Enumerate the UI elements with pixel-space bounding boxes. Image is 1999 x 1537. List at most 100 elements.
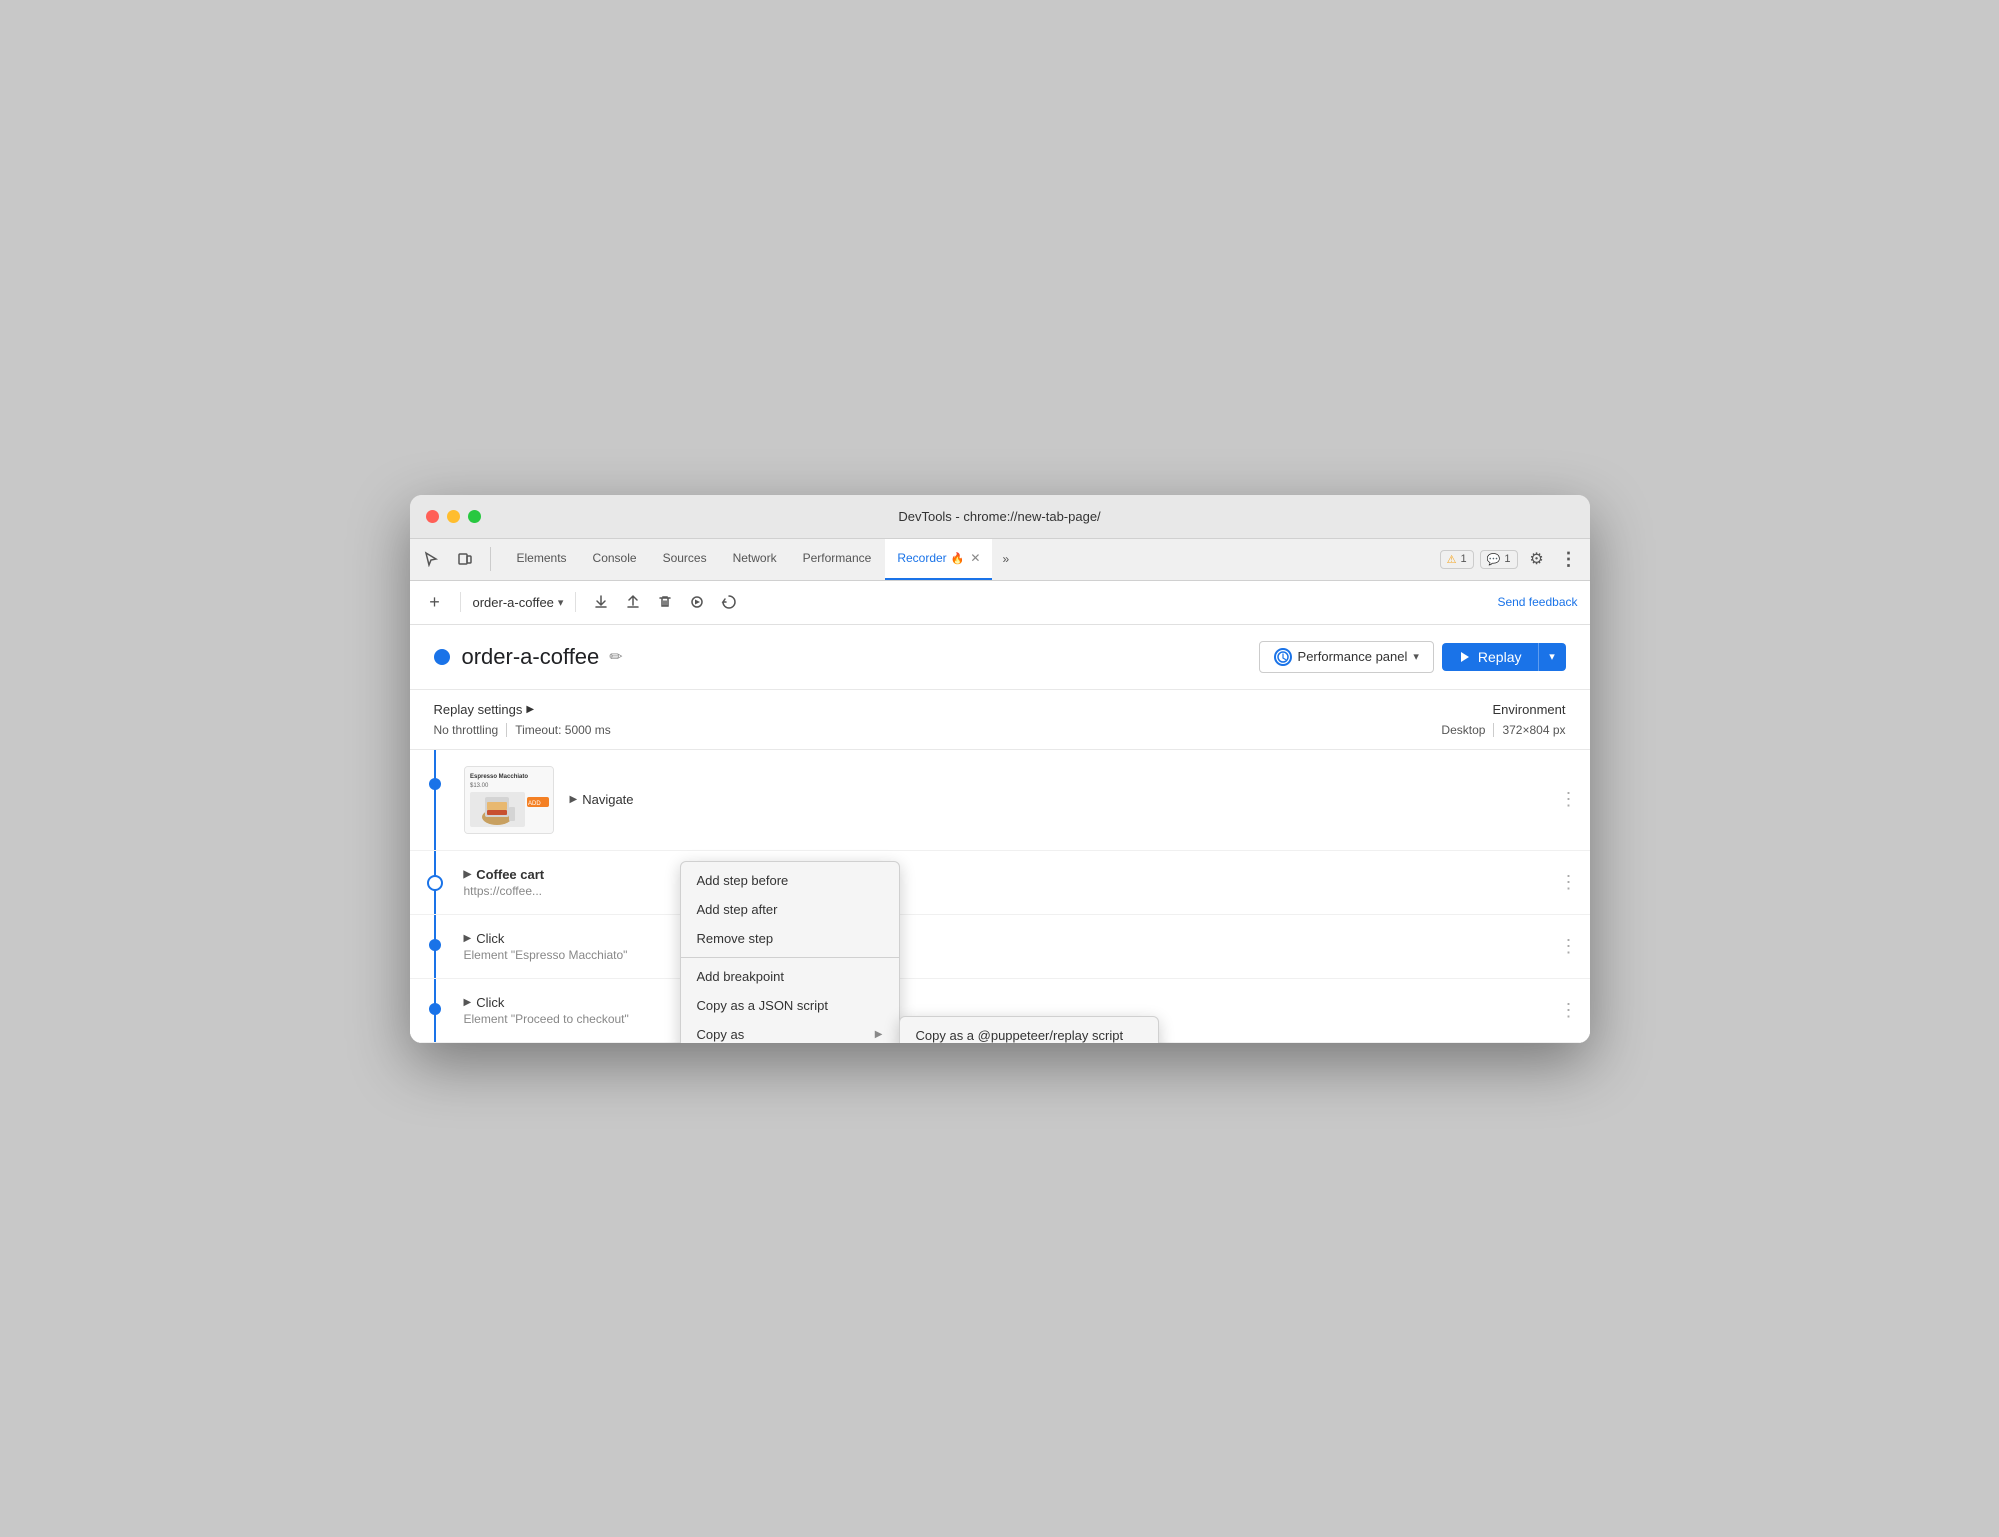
devtools-window: DevTools - chrome://new-tab-page/ — [410, 495, 1590, 1043]
context-menu-copy-json[interactable]: Copy as a JSON script — [681, 991, 899, 1020]
more-tabs-button[interactable]: » — [994, 552, 1017, 566]
env-divider — [1493, 723, 1494, 737]
cursor-icon[interactable] — [418, 546, 444, 572]
step-click-espresso-more: ⋮ — [1548, 915, 1590, 978]
send-feedback-link[interactable]: Send feedback — [1497, 595, 1577, 609]
step-click-checkout-title: ▶ Click — [464, 995, 1540, 1010]
close-button[interactable] — [426, 510, 439, 523]
step-click-checkout-more: ⋮ — [1548, 979, 1590, 1042]
step-coffee-cart-content[interactable]: ▶ Coffee cart https://coffee... — [460, 851, 1548, 914]
device-icon[interactable] — [452, 546, 478, 572]
step-click-checkout-timeline — [410, 979, 460, 1042]
toolbar-separator-1 — [460, 592, 461, 612]
step-coffee-cart-more-icon[interactable]: ⋮ — [1560, 872, 1578, 893]
context-menu-add-breakpoint[interactable]: Add breakpoint — [681, 962, 899, 991]
tab-sources[interactable]: Sources — [651, 538, 719, 580]
step-navigate: Espresso Macchiato $13.00 ADD — [410, 750, 1590, 851]
tab-recorder[interactable]: Recorder 🔥 ✕ — [885, 538, 992, 580]
recording-name-dropdown[interactable]: order-a-coffee ▾ — [473, 595, 564, 610]
recording-header: order-a-coffee ✏ Performance panel ▾ — [410, 625, 1590, 690]
step-click-checkout-arrow-icon: ▶ — [464, 997, 472, 1008]
import-button[interactable] — [620, 589, 646, 615]
step-click-checkout-more-icon[interactable]: ⋮ — [1560, 1000, 1578, 1021]
step-click-espresso-title: ▶ Click — [464, 931, 1540, 946]
performance-panel-button[interactable]: Performance panel ▾ — [1259, 641, 1434, 673]
tab-bar: Elements Console Sources Network Perform… — [410, 539, 1590, 581]
toolbar-actions — [588, 589, 742, 615]
step-dot-2-hollow — [427, 875, 443, 891]
step-navigate-more: ⋮ — [1548, 750, 1590, 850]
warning-badge[interactable]: ⚠ 1 — [1440, 550, 1474, 569]
performance-panel-label: Performance panel — [1298, 649, 1408, 664]
settings-right: Environment Desktop 372×804 px — [1441, 702, 1565, 737]
replay-settings-label[interactable]: Replay settings ▶ — [434, 702, 611, 717]
toolbar-separator-2 — [575, 592, 576, 612]
step-dot-1 — [429, 778, 441, 790]
maximize-button[interactable] — [468, 510, 481, 523]
replay-button[interactable]: Replay — [1442, 643, 1538, 671]
replay-button-group: Replay ▾ — [1442, 643, 1566, 671]
step-click-espresso-more-icon[interactable]: ⋮ — [1560, 936, 1578, 957]
step-click-espresso-subtitle: Element "Espresso Macchiato" — [464, 948, 1540, 962]
tab-badges: ⚠ 1 💬 1 ⚙ ⋮ — [1440, 546, 1582, 572]
tab-performance[interactable]: Performance — [791, 538, 884, 580]
step-click-espresso-timeline — [410, 915, 460, 978]
recording-title: order-a-coffee — [462, 644, 600, 670]
context-menu-add-before[interactable]: Add step before — [681, 866, 899, 895]
timeout-text: Timeout: 5000 ms — [515, 723, 611, 737]
settings-gear-icon[interactable]: ⚙ — [1524, 546, 1550, 572]
tab-elements[interactable]: Elements — [505, 538, 579, 580]
tab-console[interactable]: Console — [581, 538, 649, 580]
context-menu-remove-step[interactable]: Remove step — [681, 924, 899, 953]
step-navigate-more-icon[interactable]: ⋮ — [1560, 789, 1578, 810]
toolbar: + order-a-coffee ▾ — [410, 581, 1590, 625]
replay-dropdown-button[interactable]: ▾ — [1538, 643, 1566, 671]
perf-panel-icon — [1274, 648, 1292, 666]
minimize-button[interactable] — [447, 510, 460, 523]
window-title: DevTools - chrome://new-tab-page/ — [898, 509, 1100, 524]
environment-label: Environment — [1493, 702, 1566, 717]
step-click-espresso-info: ▶ Click Element "Espresso Macchiato" — [464, 931, 1540, 962]
tab-network[interactable]: Network — [721, 538, 789, 580]
export-button[interactable] — [588, 589, 614, 615]
step-screenshot: Espresso Macchiato $13.00 ADD — [464, 766, 554, 834]
content-area: order-a-coffee ✏ Performance panel ▾ — [410, 625, 1590, 1043]
titlebar: DevTools - chrome://new-tab-page/ — [410, 495, 1590, 539]
comment-badge[interactable]: 💬 1 — [1480, 550, 1518, 569]
step-navigate-info: ▶ Navigate — [570, 792, 1540, 807]
tab-separator-1 — [490, 547, 491, 571]
resolution-text: 372×804 px — [1502, 723, 1565, 737]
step-coffee-cart-arrow-icon: ▶ — [464, 869, 472, 880]
svg-text:Espresso Macchiato: Espresso Macchiato — [470, 774, 528, 780]
steps-area: Espresso Macchiato $13.00 ADD — [410, 750, 1590, 1043]
start-recording-button[interactable] — [684, 589, 710, 615]
step-coffee-cart-title: ▶ Coffee cart — [464, 867, 1540, 882]
header-actions: Performance panel ▾ Replay ▾ — [1259, 641, 1566, 673]
no-throttling-text: No throttling — [434, 723, 499, 737]
more-options-icon[interactable]: ⋮ — [1556, 546, 1582, 572]
chevron-down-icon: ▾ — [558, 596, 564, 609]
tab-close-icon[interactable]: ✕ — [970, 551, 980, 565]
settings-area: Replay settings ▶ No throttling Timeout:… — [410, 690, 1590, 750]
step-click-espresso: ▶ Click Element "Espresso Macchiato" ⋮ — [410, 915, 1590, 979]
edit-recording-icon[interactable]: ✏ — [609, 647, 622, 667]
tab-icons — [418, 546, 495, 572]
step-navigate-content[interactable]: Espresso Macchiato $13.00 ADD — [460, 750, 1548, 850]
submenu-item-puppeteer-replay[interactable]: Copy as a @puppeteer/replay script — [900, 1021, 1158, 1043]
step-coffee-cart-more: ⋮ — [1548, 851, 1590, 914]
step-click-espresso-content[interactable]: ▶ Click Element "Espresso Macchiato" — [460, 915, 1548, 978]
step-coffee-cart-info: ▶ Coffee cart https://coffee... — [464, 867, 1540, 898]
environment-values: Desktop 372×804 px — [1441, 723, 1565, 737]
new-recording-button[interactable]: + — [422, 589, 448, 615]
context-menu-copy-as[interactable]: Copy as ▶ Copy as a @puppeteer/replay sc… — [681, 1020, 899, 1043]
replay-dropdown-chevron-icon: ▾ — [1549, 650, 1555, 663]
step-click-espresso-arrow-icon: ▶ — [464, 933, 472, 944]
delete-button[interactable] — [652, 589, 678, 615]
context-menu-add-after[interactable]: Add step after — [681, 895, 899, 924]
slow-replay-button[interactable] — [716, 589, 742, 615]
svg-text:ADD: ADD — [528, 801, 541, 807]
desktop-text: Desktop — [1441, 723, 1485, 737]
comment-icon: 💬 — [1487, 553, 1501, 566]
settings-values: No throttling Timeout: 5000 ms — [434, 723, 611, 737]
timeline-line-1 — [434, 750, 436, 850]
